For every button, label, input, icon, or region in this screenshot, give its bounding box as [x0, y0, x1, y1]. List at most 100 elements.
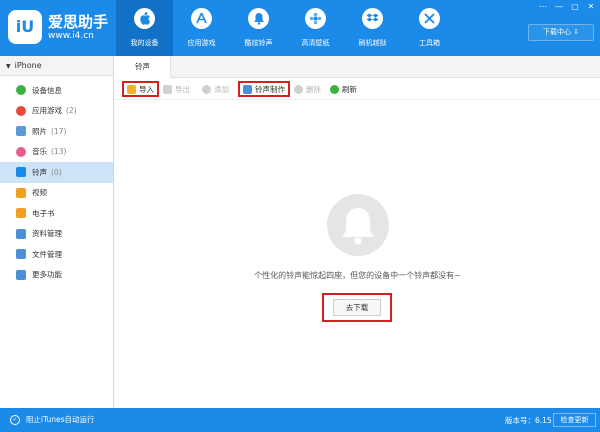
sidebar-item-count: (13) — [51, 147, 67, 157]
block-itunes-label: 阻止iTunes自动运行 — [26, 415, 95, 424]
block-itunes-toggle[interactable]: ✓ 阻止iTunes自动运行 — [10, 414, 95, 425]
sidebar-item-label: 电子书 — [32, 208, 55, 218]
music-icon — [16, 146, 26, 157]
import-icon — [127, 84, 136, 94]
sidebar: ▼ iPhone 设备信息 应用游戏 (2) 照片 (17) 音乐 (13) 铃声… — [0, 56, 114, 408]
export-icon — [163, 84, 172, 94]
delete-label: 删除 — [306, 84, 321, 94]
video-icon — [16, 187, 26, 198]
sidebar-item-label: 音乐 — [32, 147, 47, 157]
refresh-icon — [330, 84, 339, 94]
app-url: www.i4.cn — [48, 31, 94, 41]
add-label: 添加 — [214, 84, 229, 94]
sidebar-item-label: 文件管理 — [32, 249, 62, 259]
status-bar: ✓ 阻止iTunes自动运行 版本号：6.15 检查更新 — [0, 408, 600, 432]
close-icon[interactable]: ✕ — [586, 2, 596, 11]
minimize-icon[interactable]: — — [554, 2, 564, 11]
download-center-button[interactable]: 下载中心 ⇩ — [528, 24, 594, 41]
ringtone-maker-icon — [243, 84, 252, 94]
sidebar-item-data-management[interactable]: 资料管理 — [0, 224, 113, 245]
sidebar-item-count: (2) — [66, 106, 77, 116]
ringtone-maker-button[interactable]: 铃声制作 — [238, 81, 290, 97]
nav-apps-games[interactable]: 应用游戏 — [173, 0, 230, 56]
contacts-icon — [16, 228, 26, 239]
sidebar-item-ringtones[interactable]: 铃声 (0) — [0, 162, 113, 183]
sidebar-item-device-info[interactable]: 设备信息 — [0, 80, 113, 101]
sidebar-item-label: 照片 — [32, 126, 47, 136]
sidebar-item-ebooks[interactable]: 电子书 — [0, 203, 113, 224]
flower-icon — [305, 8, 326, 29]
nav-label: 工具箱 — [419, 39, 440, 47]
logo-icon: iU — [8, 10, 42, 44]
sidebar-item-label: 铃声 — [32, 167, 47, 177]
sidebar-item-count: (0) — [51, 167, 62, 177]
delete-button[interactable]: 删除 — [294, 81, 321, 97]
add-icon — [202, 84, 211, 94]
nav-wallpapers[interactable]: 高清壁纸 — [287, 0, 344, 56]
sidebar-item-label: 设备信息 — [32, 85, 62, 95]
check-update-button[interactable]: 检查更新 — [553, 413, 596, 427]
download-highlight: 去下载 — [322, 293, 392, 322]
add-button[interactable]: 添加 — [202, 81, 229, 97]
export-button[interactable]: 导出 — [163, 81, 190, 97]
sidebar-list: 设备信息 应用游戏 (2) 照片 (17) 音乐 (13) 铃声 (0) 视频 — [0, 76, 113, 285]
nav-label: 应用游戏 — [187, 39, 216, 47]
nav-toolbox[interactable]: 工具箱 — [401, 0, 458, 56]
tools-icon — [419, 8, 440, 29]
sidebar-item-file-management[interactable]: 文件管理 — [0, 244, 113, 265]
nav-my-device[interactable]: 我的设备 — [116, 0, 173, 56]
import-button[interactable]: 导入 — [122, 81, 159, 97]
sidebar-item-count: (17) — [51, 126, 67, 136]
nav-label: 我的设备 — [130, 39, 159, 47]
sidebar-item-photos[interactable]: 照片 (17) — [0, 121, 113, 142]
main-panel: 铃声 导入 导出 添加 铃声制作 删除 刷新 个性化的铃声能惊起四座，但您的设备… — [115, 56, 600, 408]
sidebar-item-music[interactable]: 音乐 (13) — [0, 142, 113, 163]
sidebar-item-label: 视频 — [32, 188, 47, 198]
delete-icon — [294, 84, 303, 94]
file-icon — [16, 249, 26, 260]
bell-icon — [16, 167, 26, 178]
dropbox-icon — [362, 8, 383, 29]
photo-icon — [16, 126, 26, 137]
ringtone-maker-label: 铃声制作 — [255, 84, 285, 94]
go-download-button[interactable]: 去下载 — [333, 299, 381, 316]
tab-ringtones[interactable]: 铃声 — [115, 56, 171, 78]
window-controls: ⋯ — ▢ ✕ — [538, 2, 596, 11]
refresh-button[interactable]: 刷新 — [330, 81, 357, 97]
grid-icon — [16, 269, 26, 280]
sidebar-item-label: 应用游戏 — [32, 106, 62, 116]
menu-icon[interactable]: ⋯ — [538, 2, 548, 11]
app-store-icon — [191, 8, 212, 29]
toolbar: 导入 导出 添加 铃声制作 删除 刷新 — [115, 78, 600, 100]
nav-label: 高清壁纸 — [301, 39, 330, 47]
maximize-icon[interactable]: ▢ — [570, 2, 580, 11]
refresh-label: 刷新 — [342, 84, 357, 94]
app-name: 爱思助手 — [48, 13, 109, 31]
device-header[interactable]: ▼ iPhone — [0, 56, 113, 76]
bell-icon — [248, 8, 269, 29]
check-icon: ✓ — [10, 414, 20, 425]
nav-label: 刷机越狱 — [358, 39, 387, 47]
sidebar-item-apps[interactable]: 应用游戏 (2) — [0, 101, 113, 122]
app-logo: iU 爱思助手 www.i4.cn — [8, 9, 108, 47]
nav-ringtones[interactable]: 酷炫铃声 — [230, 0, 287, 56]
sidebar-item-videos[interactable]: 视频 — [0, 183, 113, 204]
import-label: 导入 — [139, 84, 154, 94]
sidebar-item-label: 资料管理 — [32, 229, 62, 239]
caret-down-icon: ▼ — [6, 63, 11, 70]
tab-bar: 铃声 — [115, 56, 600, 78]
info-icon — [16, 85, 26, 96]
empty-bell-icon — [327, 194, 389, 256]
export-label: 导出 — [175, 84, 190, 94]
apple-icon — [134, 8, 155, 29]
sidebar-item-more[interactable]: 更多功能 — [0, 265, 113, 286]
book-icon — [16, 208, 26, 219]
empty-state-message: 个性化的铃声能惊起四座，但您的设备中一个铃声都没有~ — [254, 271, 461, 280]
top-header: iU 爱思助手 www.i4.cn 我的设备 应用游戏 酷炫铃声 高清壁纸 刷机… — [0, 0, 600, 56]
sidebar-item-label: 更多功能 — [32, 270, 62, 280]
device-name: iPhone — [14, 61, 42, 70]
main-nav: 我的设备 应用游戏 酷炫铃声 高清壁纸 刷机越狱 工具箱 — [116, 0, 458, 56]
version-label: 版本号：6.15 — [505, 416, 552, 425]
nav-flash-jailbreak[interactable]: 刷机越狱 — [344, 0, 401, 56]
apps-icon — [16, 105, 26, 116]
